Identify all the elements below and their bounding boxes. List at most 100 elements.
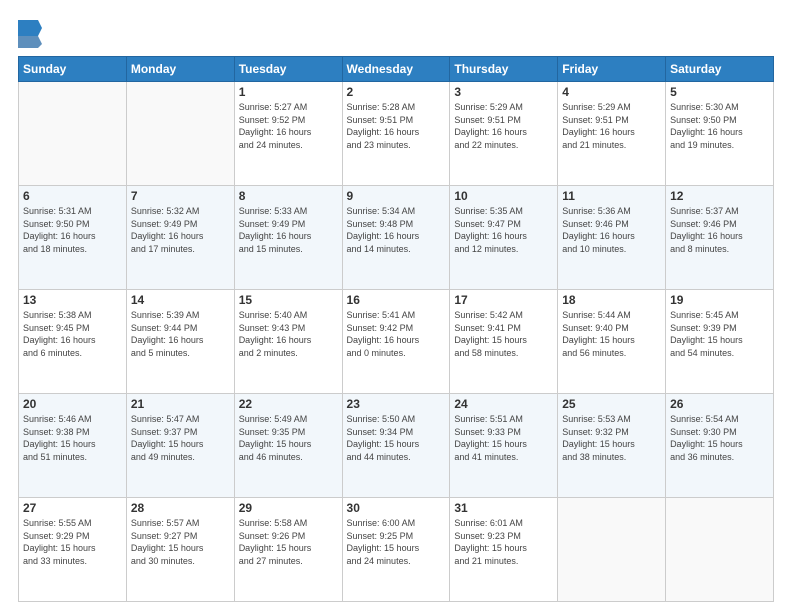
day-number: 20 <box>23 397 122 411</box>
day-info: Sunrise: 5:31 AM Sunset: 9:50 PM Dayligh… <box>23 205 122 255</box>
day-info: Sunrise: 5:53 AM Sunset: 9:32 PM Dayligh… <box>562 413 661 463</box>
table-row: 19 Sunrise: 5:45 AM Sunset: 9:39 PM Dayli… <box>666 290 774 394</box>
table-row: 6 Sunrise: 5:31 AM Sunset: 9:50 PM Daylig… <box>19 186 127 290</box>
weekday-header-friday: Friday <box>558 57 666 82</box>
table-row: 28 Sunrise: 5:57 AM Sunset: 9:27 PM Dayli… <box>126 498 234 602</box>
table-row: 23 Sunrise: 5:50 AM Sunset: 9:34 PM Dayli… <box>342 394 450 498</box>
table-row: 17 Sunrise: 5:42 AM Sunset: 9:41 PM Dayli… <box>450 290 558 394</box>
day-number: 14 <box>131 293 230 307</box>
table-row: 1 Sunrise: 5:27 AM Sunset: 9:52 PM Daylig… <box>234 82 342 186</box>
day-info: Sunrise: 5:38 AM Sunset: 9:45 PM Dayligh… <box>23 309 122 359</box>
table-row: 22 Sunrise: 5:49 AM Sunset: 9:35 PM Dayli… <box>234 394 342 498</box>
day-info: Sunrise: 5:44 AM Sunset: 9:40 PM Dayligh… <box>562 309 661 359</box>
table-row: 11Sunrise: 5:36 AM Sunset: 9:46 PM Dayli… <box>558 186 666 290</box>
day-info: Sunrise: 5:39 AM Sunset: 9:44 PM Dayligh… <box>131 309 230 359</box>
day-number: 2 <box>347 85 446 99</box>
weekday-header-tuesday: Tuesday <box>234 57 342 82</box>
weekday-header-sunday: Sunday <box>19 57 127 82</box>
table-row <box>666 498 774 602</box>
day-info: Sunrise: 5:57 AM Sunset: 9:27 PM Dayligh… <box>131 517 230 567</box>
day-info: Sunrise: 5:36 AM Sunset: 9:46 PM Dayligh… <box>562 205 661 255</box>
table-row: 30 Sunrise: 6:00 AM Sunset: 9:25 PM Dayli… <box>342 498 450 602</box>
day-info: Sunrise: 5:41 AM Sunset: 9:42 PM Dayligh… <box>347 309 446 359</box>
day-info: Sunrise: 5:51 AM Sunset: 9:33 PM Dayligh… <box>454 413 553 463</box>
calendar-week-row: 6 Sunrise: 5:31 AM Sunset: 9:50 PM Daylig… <box>19 186 774 290</box>
weekday-header-monday: Monday <box>126 57 234 82</box>
table-row: 27 Sunrise: 5:55 AM Sunset: 9:29 PM Dayli… <box>19 498 127 602</box>
day-info: Sunrise: 5:40 AM Sunset: 9:43 PM Dayligh… <box>239 309 338 359</box>
table-row: 12Sunrise: 5:37 AM Sunset: 9:46 PM Dayli… <box>666 186 774 290</box>
table-row: 7 Sunrise: 5:32 AM Sunset: 9:49 PM Daylig… <box>126 186 234 290</box>
day-number: 18 <box>562 293 661 307</box>
day-info: Sunrise: 6:00 AM Sunset: 9:25 PM Dayligh… <box>347 517 446 567</box>
day-number: 5 <box>670 85 769 99</box>
table-row: 16 Sunrise: 5:41 AM Sunset: 9:42 PM Dayli… <box>342 290 450 394</box>
day-number: 28 <box>131 501 230 515</box>
table-row: 25 Sunrise: 5:53 AM Sunset: 9:32 PM Dayli… <box>558 394 666 498</box>
calendar-week-row: 27 Sunrise: 5:55 AM Sunset: 9:29 PM Dayli… <box>19 498 774 602</box>
calendar-week-row: 13 Sunrise: 5:38 AM Sunset: 9:45 PM Dayli… <box>19 290 774 394</box>
day-number: 22 <box>239 397 338 411</box>
day-number: 25 <box>562 397 661 411</box>
day-number: 19 <box>670 293 769 307</box>
day-number: 3 <box>454 85 553 99</box>
table-row: 10 Sunrise: 5:35 AM Sunset: 9:47 PM Dayli… <box>450 186 558 290</box>
table-row: 8 Sunrise: 5:33 AM Sunset: 9:49 PM Daylig… <box>234 186 342 290</box>
day-info: Sunrise: 5:42 AM Sunset: 9:41 PM Dayligh… <box>454 309 553 359</box>
calendar-week-row: 1 Sunrise: 5:27 AM Sunset: 9:52 PM Daylig… <box>19 82 774 186</box>
table-row <box>558 498 666 602</box>
day-info: Sunrise: 5:55 AM Sunset: 9:29 PM Dayligh… <box>23 517 122 567</box>
day-number: 23 <box>347 397 446 411</box>
day-info: Sunrise: 6:01 AM Sunset: 9:23 PM Dayligh… <box>454 517 553 567</box>
calendar-table: SundayMondayTuesdayWednesdayThursdayFrid… <box>18 56 774 602</box>
day-info: Sunrise: 5:37 AM Sunset: 9:46 PM Dayligh… <box>670 205 769 255</box>
day-number: 8 <box>239 189 338 203</box>
day-number: 26 <box>670 397 769 411</box>
logo <box>18 18 46 48</box>
day-number: 4 <box>562 85 661 99</box>
table-row: 15 Sunrise: 5:40 AM Sunset: 9:43 PM Dayli… <box>234 290 342 394</box>
day-number: 17 <box>454 293 553 307</box>
day-info: Sunrise: 5:45 AM Sunset: 9:39 PM Dayligh… <box>670 309 769 359</box>
header <box>18 18 774 48</box>
day-info: Sunrise: 5:33 AM Sunset: 9:49 PM Dayligh… <box>239 205 338 255</box>
day-number: 7 <box>131 189 230 203</box>
day-info: Sunrise: 5:54 AM Sunset: 9:30 PM Dayligh… <box>670 413 769 463</box>
day-info: Sunrise: 5:34 AM Sunset: 9:48 PM Dayligh… <box>347 205 446 255</box>
table-row: 26 Sunrise: 5:54 AM Sunset: 9:30 PM Dayli… <box>666 394 774 498</box>
table-row: 3 Sunrise: 5:29 AM Sunset: 9:51 PM Daylig… <box>450 82 558 186</box>
day-number: 6 <box>23 189 122 203</box>
day-number: 1 <box>239 85 338 99</box>
day-info: Sunrise: 5:50 AM Sunset: 9:34 PM Dayligh… <box>347 413 446 463</box>
day-info: Sunrise: 5:46 AM Sunset: 9:38 PM Dayligh… <box>23 413 122 463</box>
day-number: 24 <box>454 397 553 411</box>
weekday-header-saturday: Saturday <box>666 57 774 82</box>
weekday-header-row: SundayMondayTuesdayWednesdayThursdayFrid… <box>19 57 774 82</box>
table-row: 13 Sunrise: 5:38 AM Sunset: 9:45 PM Dayli… <box>19 290 127 394</box>
table-row: 20 Sunrise: 5:46 AM Sunset: 9:38 PM Dayli… <box>19 394 127 498</box>
day-info: Sunrise: 5:58 AM Sunset: 9:26 PM Dayligh… <box>239 517 338 567</box>
day-info: Sunrise: 5:29 AM Sunset: 9:51 PM Dayligh… <box>454 101 553 151</box>
day-info: Sunrise: 5:32 AM Sunset: 9:49 PM Dayligh… <box>131 205 230 255</box>
logo-icon <box>18 20 42 48</box>
table-row: 24 Sunrise: 5:51 AM Sunset: 9:33 PM Dayli… <box>450 394 558 498</box>
table-row: 14 Sunrise: 5:39 AM Sunset: 9:44 PM Dayli… <box>126 290 234 394</box>
table-row: 5Sunrise: 5:30 AM Sunset: 9:50 PM Daylig… <box>666 82 774 186</box>
day-info: Sunrise: 5:49 AM Sunset: 9:35 PM Dayligh… <box>239 413 338 463</box>
day-number: 15 <box>239 293 338 307</box>
day-number: 10 <box>454 189 553 203</box>
day-info: Sunrise: 5:47 AM Sunset: 9:37 PM Dayligh… <box>131 413 230 463</box>
table-row: 31 Sunrise: 6:01 AM Sunset: 9:23 PM Dayli… <box>450 498 558 602</box>
table-row: 29Sunrise: 5:58 AM Sunset: 9:26 PM Dayli… <box>234 498 342 602</box>
day-number: 16 <box>347 293 446 307</box>
day-number: 31 <box>454 501 553 515</box>
table-row: 9 Sunrise: 5:34 AM Sunset: 9:48 PM Daylig… <box>342 186 450 290</box>
day-info: Sunrise: 5:35 AM Sunset: 9:47 PM Dayligh… <box>454 205 553 255</box>
table-row: 2Sunrise: 5:28 AM Sunset: 9:51 PM Daylig… <box>342 82 450 186</box>
day-number: 9 <box>347 189 446 203</box>
day-number: 13 <box>23 293 122 307</box>
day-info: Sunrise: 5:27 AM Sunset: 9:52 PM Dayligh… <box>239 101 338 151</box>
calendar-week-row: 20 Sunrise: 5:46 AM Sunset: 9:38 PM Dayli… <box>19 394 774 498</box>
day-number: 30 <box>347 501 446 515</box>
day-number: 27 <box>23 501 122 515</box>
